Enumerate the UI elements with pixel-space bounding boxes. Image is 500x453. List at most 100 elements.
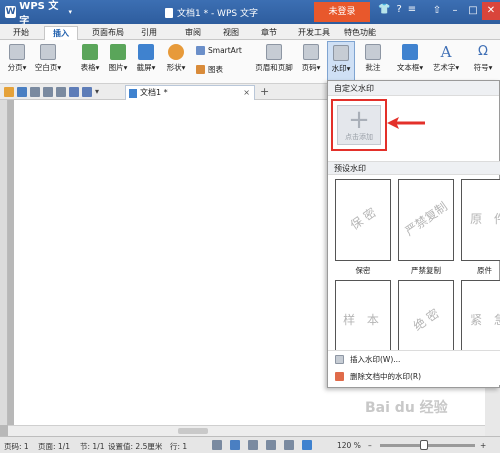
header-footer-icon	[266, 44, 282, 60]
preset-label: 保密	[355, 266, 371, 275]
preset-watermark-tile[interactable]: 紧 急	[461, 280, 500, 350]
tab-review[interactable]: 审阅	[180, 26, 206, 40]
login-button[interactable]: 未登录	[314, 2, 370, 22]
preset-watermark-tile[interactable]: 保 密	[335, 179, 391, 261]
zoom-out-icon[interactable]: –	[368, 441, 372, 450]
shirt-icon[interactable]: 👕	[378, 4, 390, 15]
blank-page-label: 空白页	[34, 63, 58, 72]
insert-watermark-icon	[335, 355, 344, 364]
reading-view-icon[interactable]	[284, 440, 294, 450]
custom-watermark-header: 自定义水印	[328, 81, 499, 96]
header-footer-button[interactable]: 页眉和页脚	[254, 44, 294, 73]
page-number-label: 页码	[301, 63, 317, 72]
table-button[interactable]: 表格▾	[78, 44, 102, 73]
page-view-icon[interactable]	[230, 440, 240, 450]
wps-logo-icon: W	[5, 6, 17, 18]
status-page-num: 页码: 1	[4, 442, 29, 451]
textbox-label: 文本框	[396, 63, 420, 72]
redo-icon[interactable]	[82, 87, 92, 97]
preset-watermark-tile[interactable]: 原 件	[461, 179, 500, 261]
preset-label: 原件	[477, 266, 492, 275]
comment-icon	[365, 44, 381, 60]
watermark-preview: 样 本	[343, 313, 383, 327]
scroll-thumb[interactable]	[178, 428, 208, 434]
insert-watermark-item[interactable]: 插入水印(W)...	[328, 351, 500, 368]
picture-button[interactable]: 图片▾	[106, 44, 130, 73]
open-icon[interactable]	[4, 87, 14, 97]
tab-special[interactable]: 特色功能	[340, 26, 380, 40]
page-break-button[interactable]: 分页▾	[4, 44, 30, 73]
add-watermark-button[interactable]: + 点击添加	[337, 105, 381, 145]
close-icon[interactable]: ✕	[482, 2, 500, 20]
full-screen-icon[interactable]	[212, 440, 222, 450]
omega-icon: Ω	[478, 44, 488, 59]
horizontal-scrollbar[interactable]	[8, 425, 485, 436]
chart-icon	[196, 65, 205, 74]
delete-watermark-icon	[335, 372, 344, 381]
page-number-icon	[303, 44, 319, 60]
preset-watermark-tile[interactable]: 样 本	[335, 280, 391, 350]
new-tab-button[interactable]: +	[260, 85, 269, 98]
watermark-label: 水印	[331, 64, 347, 73]
blank-page-button[interactable]: 空白页▾	[34, 44, 62, 73]
textbox-icon	[402, 44, 418, 60]
comment-button[interactable]: 批注	[362, 44, 384, 73]
comment-label: 批注	[365, 63, 381, 72]
wordart-button[interactable]: A 艺术字▾	[430, 44, 462, 73]
watermark-preview: 绝 密	[410, 306, 442, 334]
screenshot-button[interactable]: 截屏▾	[134, 44, 158, 73]
preset-watermark-tile[interactable]: 绝 密	[398, 280, 454, 350]
zoom-in-icon[interactable]: +	[480, 441, 486, 450]
tab-view[interactable]: 视图	[218, 26, 244, 40]
app-menu-button[interactable]: W WPS 文字 ▾	[2, 1, 72, 27]
menu-icon[interactable]: ≡	[408, 4, 416, 15]
tab-page-layout[interactable]: 页面布局	[86, 26, 130, 40]
minimize-icon[interactable]: –	[446, 2, 464, 20]
plus-icon: +	[348, 105, 370, 135]
document-icon	[165, 7, 173, 18]
save-icon[interactable]	[17, 87, 27, 97]
document-tab-label: 文档1 *	[140, 88, 168, 97]
shape-button[interactable]: 形状▾	[164, 44, 188, 73]
header-footer-label: 页眉和页脚	[255, 63, 293, 72]
help-icon[interactable]: ?	[396, 4, 401, 15]
zoom-slider-knob[interactable]	[420, 440, 428, 450]
outline-view-icon[interactable]	[248, 440, 258, 450]
red-arrow-annotation	[387, 117, 425, 129]
tab-developer[interactable]: 开发工具	[294, 26, 334, 40]
watermark-button[interactable]: 水印▾	[327, 41, 355, 81]
maximize-icon[interactable]: □	[464, 2, 482, 20]
print-preview-icon[interactable]	[30, 87, 40, 97]
symbol-button[interactable]: Ω 符号▾	[470, 44, 496, 73]
export-pdf-icon[interactable]	[56, 87, 66, 97]
insert-watermark-label: 插入水印(W)...	[350, 355, 401, 364]
restore-ribbon-icon[interactable]: ⇧	[428, 2, 446, 20]
close-tab-icon[interactable]: ×	[243, 86, 250, 99]
eye-protection-icon[interactable]	[302, 440, 312, 450]
tab-references[interactable]: 引用	[136, 26, 162, 40]
textbox-button[interactable]: 文本框▾	[394, 44, 426, 73]
tab-chapter[interactable]: 章节	[256, 26, 282, 40]
menu-bar: 开始 插入 页面布局 引用 审阅 视图 章节 开发工具 特色功能	[0, 24, 500, 40]
smartart-button[interactable]: SmartArt	[196, 46, 242, 55]
web-view-icon[interactable]	[266, 440, 276, 450]
customize-dropdown-icon[interactable]: ▾	[95, 87, 105, 97]
undo-icon[interactable]	[69, 87, 79, 97]
title-bar: W WPS 文字 ▾ 文档1 * - WPS 文字 未登录 👕 ? ≡ ⇧ – …	[0, 0, 500, 27]
shape-label: 形状	[166, 63, 182, 72]
document-tab[interactable]: 文档1 * ×	[125, 85, 255, 100]
page-number-button[interactable]: 页码▾	[298, 44, 324, 73]
print-icon[interactable]	[43, 87, 53, 97]
delete-watermark-item[interactable]: 删除文档中的水印(R)	[328, 368, 500, 385]
screenshot-label: 截屏	[136, 63, 152, 72]
zoom-level[interactable]: 120 %	[337, 441, 361, 450]
tab-home[interactable]: 开始	[6, 26, 36, 40]
symbol-label: 符号	[473, 63, 489, 72]
screenshot-icon	[138, 44, 154, 60]
preset-watermark-tile[interactable]: 严禁复制	[398, 179, 454, 261]
chart-button[interactable]: 图表	[196, 64, 223, 75]
chart-label: 图表	[208, 65, 223, 74]
table-icon	[82, 44, 98, 60]
tab-insert[interactable]: 插入	[44, 26, 78, 40]
view-mode-icons	[212, 440, 312, 450]
